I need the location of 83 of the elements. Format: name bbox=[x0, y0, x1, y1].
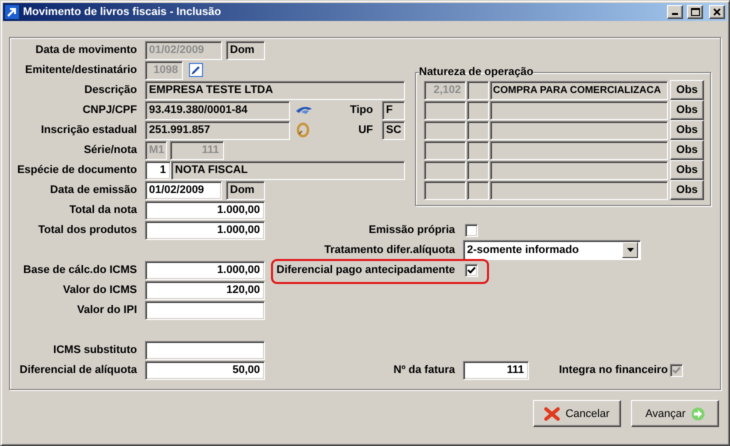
input-field[interactable] bbox=[467, 140, 489, 160]
field-label: Descrição bbox=[83, 84, 137, 96]
input-field[interactable] bbox=[467, 120, 489, 140]
field-label: Espécie de documento bbox=[16, 164, 137, 176]
field-label: Diferencial pago antecipadamente bbox=[276, 264, 455, 276]
obs-button[interactable]: Obs bbox=[670, 80, 704, 100]
input-field[interactable] bbox=[424, 180, 466, 200]
field-label: CNPJ/CPF bbox=[82, 104, 137, 116]
obs-button[interactable]: Obs bbox=[670, 140, 704, 160]
input-field[interactable]: 1 bbox=[145, 160, 171, 180]
edit-icon[interactable] bbox=[189, 63, 203, 77]
close-button[interactable] bbox=[709, 5, 725, 19]
field-label: ICMS substituto bbox=[52, 344, 137, 356]
input-field[interactable]: 111 bbox=[463, 360, 529, 380]
checkbox[interactable] bbox=[465, 224, 478, 236]
input-field[interactable] bbox=[490, 140, 668, 160]
field-label: UF bbox=[358, 124, 373, 136]
input-field[interactable]: 251.991.857 bbox=[145, 120, 290, 140]
input-field[interactable]: NOTA FISCAL bbox=[171, 160, 405, 180]
arrow-icon bbox=[5, 5, 19, 19]
arrow-right-icon bbox=[690, 406, 705, 420]
field-label: Total dos produtos bbox=[37, 224, 137, 236]
cancel-button[interactable]: Cancelar bbox=[533, 400, 621, 427]
minimize-button[interactable] bbox=[667, 5, 683, 19]
dropdown-button[interactable] bbox=[622, 242, 638, 258]
obs-button[interactable]: Obs bbox=[670, 120, 704, 140]
field-label: Inscrição estadual bbox=[40, 124, 137, 136]
input-field[interactable] bbox=[145, 300, 265, 320]
input-field[interactable] bbox=[490, 100, 668, 120]
input-field[interactable] bbox=[467, 100, 489, 120]
input-field[interactable] bbox=[490, 160, 668, 180]
input-field[interactable]: 120,00 bbox=[145, 280, 265, 300]
input-field[interactable]: Dom bbox=[226, 40, 265, 60]
field-label: Integra no financeiro bbox=[559, 364, 668, 376]
window-title: Movimento de livros fiscais - Inclusão bbox=[23, 6, 222, 18]
input-field[interactable] bbox=[467, 160, 489, 180]
input-field[interactable]: SC bbox=[382, 120, 405, 140]
field-label: Emitente/destinatário bbox=[24, 64, 137, 76]
input-field[interactable]: 1.000,00 bbox=[145, 200, 265, 220]
field-label: Total da nota bbox=[68, 204, 137, 216]
dropdown-field[interactable]: 2-somente informado bbox=[463, 240, 641, 260]
field-label: Base de cálc.do ICMS bbox=[22, 264, 137, 276]
input-field[interactable]: F bbox=[382, 100, 405, 120]
close-icon bbox=[713, 8, 721, 16]
field-label: Data de movimento bbox=[34, 44, 137, 56]
field-label: Valor do IPI bbox=[76, 304, 137, 316]
field-label: Valor do ICMS bbox=[62, 284, 137, 296]
group-title: Natureza de operação bbox=[419, 66, 534, 78]
input-field[interactable] bbox=[490, 180, 668, 200]
checkbox[interactable] bbox=[465, 264, 478, 276]
swoosh-icon[interactable] bbox=[296, 105, 312, 115]
input-field[interactable]: Dom bbox=[226, 180, 265, 200]
maximize-icon bbox=[690, 8, 700, 16]
input-field[interactable]: 50,00 bbox=[145, 360, 265, 380]
input-field[interactable] bbox=[467, 180, 489, 200]
ring-icon[interactable] bbox=[296, 122, 310, 138]
maximize-button[interactable] bbox=[687, 5, 703, 19]
input-field[interactable] bbox=[490, 120, 668, 140]
input-field[interactable] bbox=[424, 120, 466, 140]
input-field[interactable] bbox=[424, 100, 466, 120]
field-label: Diferencial de alíquota bbox=[18, 364, 137, 376]
next-button[interactable]: Avançar bbox=[631, 400, 719, 427]
obs-button[interactable]: Obs bbox=[670, 180, 704, 200]
field-label: Série/nota bbox=[82, 144, 137, 156]
input-field[interactable] bbox=[424, 160, 466, 180]
caret-icon bbox=[626, 248, 634, 252]
input-field[interactable]: 1.000,00 bbox=[145, 260, 265, 280]
input-field[interactable]: COMPRA PARA COMERCIALIZACA bbox=[490, 80, 668, 100]
input-field[interactable] bbox=[145, 340, 265, 360]
input-field[interactable]: 93.419.380/0001-84 bbox=[145, 100, 290, 120]
input-field[interactable]: 01/02/2009 bbox=[145, 180, 222, 200]
input-field[interactable] bbox=[467, 80, 489, 100]
x-icon bbox=[544, 406, 560, 422]
field-label: Nº da fatura bbox=[392, 364, 455, 376]
input-field[interactable] bbox=[424, 140, 466, 160]
field-label: Data de emissão bbox=[49, 184, 137, 196]
field-label: Tratamento difer.alíquota bbox=[323, 244, 455, 256]
obs-button[interactable]: Obs bbox=[670, 160, 704, 180]
input-field[interactable]: 1.000,00 bbox=[145, 220, 265, 240]
input-field[interactable]: EMPRESA TESTE LTDA bbox=[145, 80, 405, 100]
obs-button[interactable]: Obs bbox=[670, 100, 704, 120]
field-label: Tipo bbox=[350, 104, 373, 116]
field-label: Emissão própria bbox=[368, 224, 455, 236]
